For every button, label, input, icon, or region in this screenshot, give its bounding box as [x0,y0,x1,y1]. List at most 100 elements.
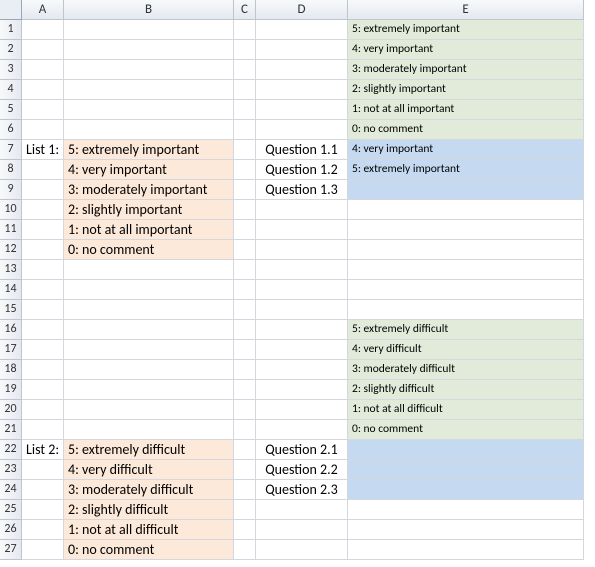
row-header-18[interactable]: 18 [0,360,22,380]
cell[interactable] [256,320,348,340]
dropdown2-option[interactable]: 5: extremely difficult [348,320,584,340]
cell[interactable] [64,340,234,360]
cell[interactable] [22,400,64,420]
cell[interactable] [22,260,64,280]
cell[interactable] [234,420,256,440]
cell[interactable] [22,420,64,440]
row-header-6[interactable]: 6 [0,120,22,140]
cell[interactable] [234,100,256,120]
cell[interactable] [22,360,64,380]
cell[interactable] [234,80,256,100]
row-header-3[interactable]: 3 [0,60,22,80]
cell[interactable] [22,220,64,240]
dropdown1-value[interactable]: 5: extremely important [348,160,584,180]
row-header-16[interactable]: 16 [0,320,22,340]
row-header-12[interactable]: 12 [0,240,22,260]
dropdown1-option[interactable]: 2: slightly important [348,80,584,100]
cell[interactable] [22,300,64,320]
cell[interactable] [256,40,348,60]
cell[interactable] [256,80,348,100]
row-header-17[interactable]: 17 [0,340,22,360]
row-header-21[interactable]: 21 [0,420,22,440]
cell[interactable] [256,120,348,140]
cell[interactable] [22,280,64,300]
dropdown1-value[interactable] [348,180,584,200]
cell[interactable] [234,460,256,480]
cell[interactable] [256,500,348,520]
cell[interactable] [256,200,348,220]
cell[interactable] [22,500,64,520]
dropdown1-option[interactable]: 3: moderately important [348,60,584,80]
cell[interactable] [64,360,234,380]
cell[interactable] [234,400,256,420]
cell[interactable] [22,320,64,340]
cell[interactable] [234,220,256,240]
row-header-7[interactable]: 7 [0,140,22,160]
cell[interactable] [22,520,64,540]
row-header-22[interactable]: 22 [0,440,22,460]
cell[interactable] [234,440,256,460]
dropdown2-value[interactable] [348,480,584,500]
cell[interactable] [234,300,256,320]
select-all-corner[interactable] [0,0,22,20]
cell[interactable] [64,320,234,340]
dropdown1-option[interactable]: 4: very important [348,40,584,60]
col-header-E[interactable]: E [348,0,584,20]
cell[interactable] [256,100,348,120]
cell[interactable] [64,380,234,400]
cell[interactable] [64,20,234,40]
dropdown1-option[interactable]: 0: no comment [348,120,584,140]
cell[interactable] [348,520,584,540]
cell[interactable] [22,180,64,200]
cell[interactable] [256,360,348,380]
cell[interactable] [22,60,64,80]
cell[interactable] [234,520,256,540]
cell[interactable] [348,220,584,240]
cell[interactable] [348,280,584,300]
cell[interactable] [234,200,256,220]
cell[interactable] [22,20,64,40]
cell[interactable] [22,160,64,180]
row-header-5[interactable]: 5 [0,100,22,120]
row-header-15[interactable]: 15 [0,300,22,320]
row-header-2[interactable]: 2 [0,40,22,60]
cell[interactable] [234,340,256,360]
cell[interactable] [256,300,348,320]
col-header-B[interactable]: B [64,0,234,20]
cell[interactable] [22,340,64,360]
cell[interactable] [64,120,234,140]
dropdown2-value[interactable] [348,460,584,480]
cell[interactable] [256,20,348,40]
cell[interactable] [64,40,234,60]
cell[interactable] [256,340,348,360]
row-header-1[interactable]: 1 [0,20,22,40]
cell[interactable] [256,540,348,560]
cell[interactable] [22,380,64,400]
cell[interactable] [256,380,348,400]
cell[interactable] [64,60,234,80]
cell[interactable] [234,40,256,60]
cell[interactable] [22,480,64,500]
cell[interactable] [234,280,256,300]
cell[interactable] [234,120,256,140]
dropdown1-value[interactable]: 4: very important [348,140,584,160]
cell[interactable] [256,400,348,420]
row-header-10[interactable]: 10 [0,200,22,220]
cell[interactable] [348,300,584,320]
row-header-23[interactable]: 23 [0,460,22,480]
cell[interactable] [256,280,348,300]
col-header-C[interactable]: C [234,0,256,20]
cell[interactable] [64,420,234,440]
cell[interactable] [234,160,256,180]
row-header-24[interactable]: 24 [0,480,22,500]
cell[interactable] [22,200,64,220]
cell[interactable] [22,80,64,100]
cell[interactable] [234,500,256,520]
cell[interactable] [348,240,584,260]
cell[interactable] [234,320,256,340]
dropdown2-option[interactable]: 2: slightly difficult [348,380,584,400]
cell[interactable] [234,380,256,400]
cell[interactable] [348,500,584,520]
cell[interactable] [64,100,234,120]
row-header-8[interactable]: 8 [0,160,22,180]
